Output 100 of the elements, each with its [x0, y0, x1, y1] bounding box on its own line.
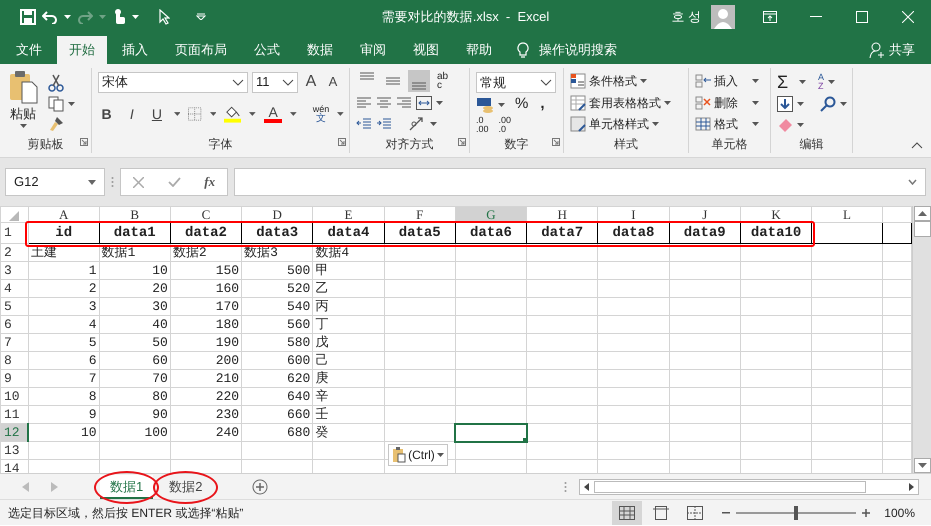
number-format-dropdown[interactable]: 常规: [476, 72, 556, 93]
vertical-scrollbar[interactable]: [912, 206, 931, 473]
ribbon-menu-button[interactable]: 单元格样式: [589, 115, 649, 134]
caret-icon[interactable]: [430, 122, 437, 126]
tell-me-search[interactable]: 操作说明搜索: [539, 40, 617, 60]
column-header[interactable]: C: [170, 206, 242, 222]
ribbon-menu-button[interactable]: 插入: [714, 72, 738, 90]
scroll-thumb-icon[interactable]: [914, 221, 930, 237]
italic-button[interactable]: I: [123, 104, 140, 124]
merge-cells-icon[interactable]: [416, 96, 432, 110]
font-name-dropdown[interactable]: 宋体: [98, 72, 248, 92]
search-icon[interactable]: [820, 96, 836, 112]
close-icon[interactable]: [902, 10, 914, 22]
caret-icon[interactable]: [752, 78, 759, 83]
ribbon-menu-button[interactable]: 套用表格格式: [589, 94, 661, 112]
column-header[interactable]: E: [312, 206, 384, 222]
ribbon-tab[interactable]: 数据: [295, 36, 345, 64]
caret-icon[interactable]: [64, 14, 71, 18]
ribbon-tab[interactable]: 公式: [242, 36, 292, 64]
caret-icon[interactable]: [799, 80, 806, 84]
sort-filter-button[interactable]: A Z: [818, 73, 824, 91]
caret-icon[interactable]: [132, 14, 139, 18]
paste-icon[interactable]: [8, 70, 38, 104]
caret-icon[interactable]: [249, 112, 256, 116]
chevron-down-icon[interactable]: [282, 78, 294, 86]
caret-icon[interactable]: [290, 112, 297, 116]
row-header[interactable]: 7: [0, 334, 28, 352]
ribbon-menu-button[interactable]: 删除: [714, 94, 738, 112]
row-header[interactable]: 12: [0, 424, 28, 442]
row-header[interactable]: 2: [0, 244, 28, 262]
column-header[interactable]: I: [598, 206, 670, 222]
caret-icon[interactable]: [337, 112, 344, 116]
paste-button[interactable]: 粘贴: [10, 104, 36, 124]
dialog-launcher-icon[interactable]: [552, 138, 560, 146]
currency-icon[interactable]: [476, 96, 494, 112]
ribbon-menu-button[interactable]: 格式: [714, 115, 738, 134]
splitter-icon[interactable]: [564, 480, 568, 492]
row-header[interactable]: 4: [0, 280, 28, 298]
caret-icon[interactable]: [68, 102, 75, 106]
column-header[interactable]: G: [455, 206, 527, 222]
comma-button[interactable]: ,: [540, 93, 545, 116]
caret-icon[interactable]: [436, 100, 443, 105]
align-center-icon[interactable]: [376, 96, 392, 110]
row-header[interactable]: 10: [0, 388, 28, 406]
format-painter-icon[interactable]: [48, 116, 64, 132]
font-size-dropdown[interactable]: 11: [252, 72, 298, 92]
maximize-icon[interactable]: [856, 10, 868, 22]
fill-color-icon[interactable]: [224, 105, 242, 123]
collapse-ribbon-icon[interactable]: [911, 142, 923, 149]
customize-icon[interactable]: [196, 13, 206, 20]
row-header[interactable]: 11: [0, 406, 28, 424]
horizontal-scrollbar[interactable]: [579, 478, 920, 494]
dialog-launcher-icon[interactable]: [458, 138, 466, 146]
ribbon-tab[interactable]: 开始: [57, 36, 107, 64]
fill-down-icon[interactable]: [777, 96, 793, 112]
caret-icon[interactable]: [797, 122, 804, 127]
caret-icon[interactable]: [88, 180, 96, 184]
caret-icon[interactable]: [210, 112, 216, 116]
borders-icon[interactable]: [188, 107, 202, 121]
column-header[interactable]: F: [384, 206, 456, 222]
wrap-text-button[interactable]: ab c: [437, 72, 448, 90]
caret-icon[interactable]: [640, 78, 647, 83]
row-header[interactable]: 3: [0, 262, 28, 280]
align-right-icon[interactable]: [396, 96, 412, 110]
chevron-down-icon[interactable]: [540, 79, 552, 86]
row-header[interactable]: 13: [0, 442, 28, 460]
undo-icon[interactable]: [42, 10, 58, 24]
ribbon-tab[interactable]: 视图: [401, 36, 451, 64]
column-header[interactable]: J: [669, 206, 740, 222]
row-header[interactable]: 14: [0, 460, 28, 473]
touch-icon[interactable]: [112, 8, 126, 25]
sheet-tab[interactable]: 数据1: [100, 474, 154, 498]
scroll-up-icon[interactable]: [914, 206, 930, 221]
row-header[interactable]: 9: [0, 370, 28, 388]
percent-button[interactable]: %: [515, 93, 528, 116]
dialog-launcher-icon[interactable]: [338, 138, 346, 146]
align-left-icon[interactable]: [356, 96, 372, 110]
ribbon-tab[interactable]: 插入: [110, 36, 160, 64]
caret-icon[interactable]: [498, 102, 505, 106]
column-header[interactable]: L: [812, 206, 882, 222]
caret-icon[interactable]: [797, 102, 804, 106]
decrease-decimal-button[interactable]: .00 .0: [498, 116, 512, 134]
ribbon-menu-button[interactable]: 条件格式: [589, 72, 637, 90]
ribbon-tab[interactable]: 审阅: [348, 36, 398, 64]
caret-icon[interactable]: [840, 102, 847, 106]
column-header[interactable]: A: [28, 206, 100, 222]
ribbon-tab[interactable]: 文件: [4, 36, 54, 64]
shrink-font-button[interactable]: A: [324, 72, 342, 92]
caret-icon[interactable]: [664, 100, 671, 104]
column-header[interactable]: H: [526, 206, 598, 222]
ribbon-options-icon[interactable]: [763, 10, 777, 22]
dialog-launcher-icon[interactable]: [80, 138, 88, 146]
expand-icon[interactable]: [908, 179, 917, 185]
chevron-down-icon[interactable]: [232, 78, 244, 86]
copy-icon[interactable]: [48, 96, 64, 112]
increase-decimal-button[interactable]: .0 .00: [476, 116, 489, 134]
ribbon-tab[interactable]: 帮助: [454, 36, 504, 64]
normal-view-button[interactable]: [612, 500, 642, 524]
autosum-button[interactable]: Σ: [777, 68, 795, 96]
zoom-level[interactable]: 100%: [884, 504, 915, 522]
